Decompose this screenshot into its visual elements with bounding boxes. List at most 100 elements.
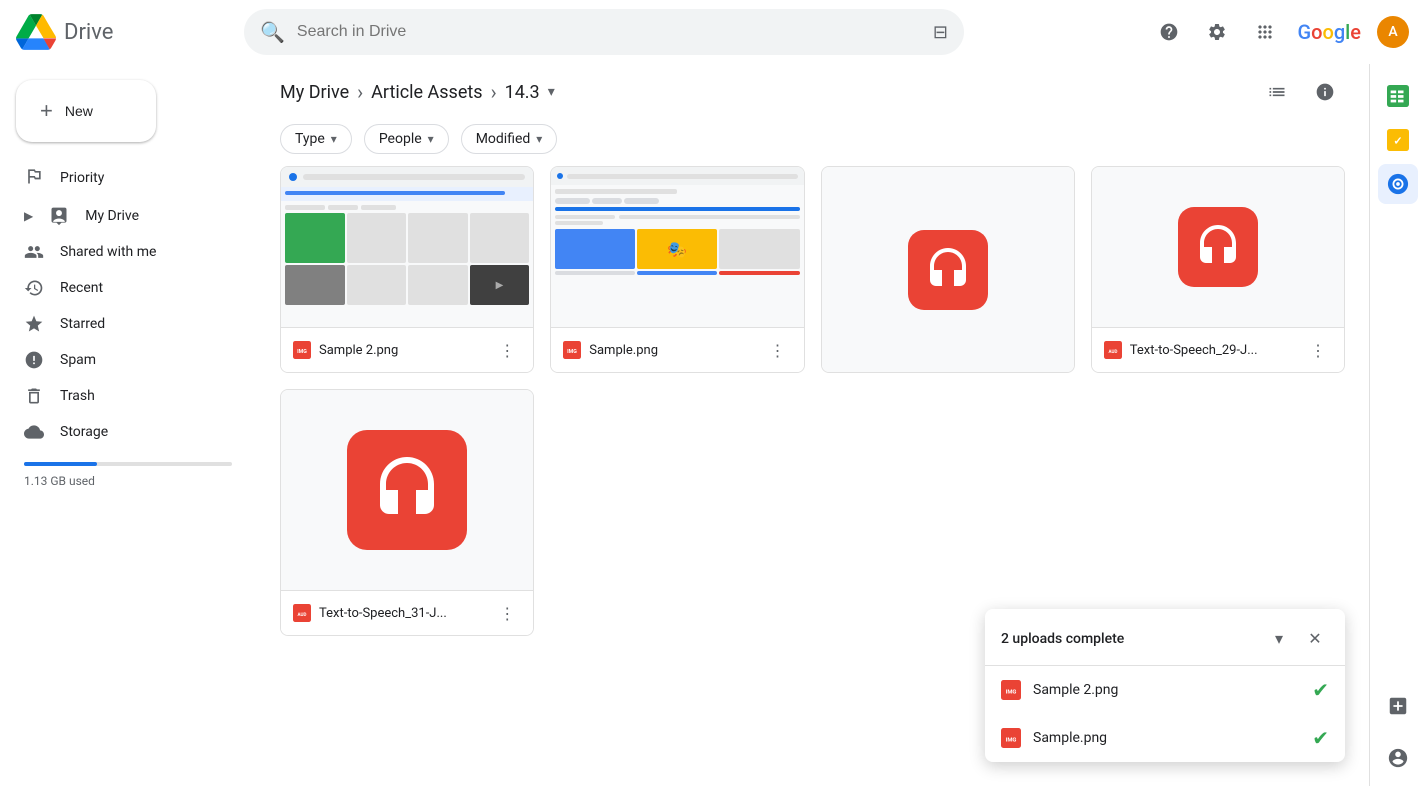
file-card-sample[interactable]: 🎭 IMG (550, 166, 804, 373)
file-type-icon-tts29: AUD (1104, 341, 1122, 359)
content-header: My Drive › Article Assets › 14.3 ▾ (256, 64, 1369, 112)
filter-modified[interactable]: Modified ▾ (461, 124, 558, 154)
file-card-tts31[interactable]: AUD Text-to-Speech_31-J... ⋮ (280, 389, 534, 636)
help-button[interactable] (1149, 12, 1189, 52)
storage-fill (24, 462, 97, 466)
avatar[interactable]: A (1377, 16, 1409, 48)
breadcrumb-caret-icon: ▾ (548, 84, 555, 100)
svg-text:IMG: IMG (1006, 737, 1017, 743)
file-menu-button-tts31[interactable]: ⋮ (493, 599, 521, 627)
right-icon-tasks[interactable]: ✓ (1378, 120, 1418, 160)
svg-text:IMG: IMG (1006, 689, 1017, 695)
tasks-icon: ✓ (1387, 129, 1409, 151)
topbar-actions: Google A (1149, 12, 1409, 52)
file-grid-row-1: ▶ IMG Sample 2.png ⋮ (280, 166, 1345, 373)
sidebar-item-priority[interactable]: Priority (0, 158, 240, 198)
breadcrumb: My Drive › Article Assets › 14.3 ▾ (280, 80, 555, 104)
google-logo-text: Google (1297, 20, 1365, 44)
filter-type[interactable]: Type ▾ (280, 124, 352, 154)
sidebar-item-trash[interactable]: Trash (0, 378, 240, 414)
filter-type-label: Type (295, 131, 325, 147)
filter-icon[interactable]: ⊟ (933, 22, 948, 43)
sidebar-item-starred[interactable]: Starred (0, 306, 240, 342)
upload-item-name-sample2: Sample 2.png (1033, 682, 1300, 698)
sidebar-item-label: Starred (60, 316, 105, 332)
breadcrumb-root[interactable]: My Drive (280, 82, 349, 103)
add-app-icon (1387, 695, 1409, 717)
upload-complete-icon-sample: ✔ (1312, 726, 1329, 750)
sidebar: + New Priority ▶ My Drive Shared with me… (0, 64, 256, 786)
spam-icon (24, 350, 44, 370)
file-name-sample: Sample.png (589, 343, 755, 358)
file-card-footer-sample2: IMG Sample 2.png ⋮ (281, 327, 533, 372)
sidebar-item-recent[interactable]: Recent (0, 270, 240, 306)
upload-item-name-sample: Sample.png (1033, 730, 1300, 746)
file-card-footer-tts29: AUD Text-to-Speech_29-J... ⋮ (1092, 327, 1344, 372)
storage-bar (24, 462, 232, 466)
file-menu-button-sample[interactable]: ⋮ (764, 336, 792, 364)
sidebar-item-my-drive[interactable]: ▶ My Drive (0, 198, 240, 234)
sidebar-item-label: Spam (60, 352, 96, 368)
breadcrumb-folder[interactable]: Article Assets (371, 82, 482, 103)
sidebar-item-label: Storage (60, 424, 108, 440)
file-thumb-tts31 (281, 390, 533, 590)
file-card-tts29[interactable]: AUD Text-to-Speech_29-J... ⋮ (1091, 166, 1345, 373)
storage-icon (24, 422, 44, 442)
priority-icon (24, 166, 44, 190)
file-card-tts23[interactable]: AUD Text-to-Speech_23-J... ⋮ (821, 166, 1075, 373)
sidebar-item-storage[interactable]: Storage (0, 414, 240, 450)
file-name-tts31: Text-to-Speech_31-J... (319, 606, 485, 621)
file-type-icon-tts31: AUD (293, 604, 311, 622)
search-input[interactable] (297, 23, 921, 41)
svg-text:AUD: AUD (1108, 349, 1117, 355)
upload-item-icon-sample2: IMG (1001, 680, 1021, 700)
list-view-button[interactable] (1257, 72, 1297, 112)
right-icon-sheets[interactable] (1378, 76, 1418, 116)
my-drive-icon (49, 206, 69, 226)
file-card-sample2[interactable]: ▶ IMG Sample 2.png ⋮ (280, 166, 534, 373)
contacts-icon (1387, 747, 1409, 769)
new-button[interactable]: + New (16, 80, 156, 142)
info-button[interactable] (1305, 72, 1345, 112)
expand-icon: ▶ (24, 209, 33, 223)
filter-people[interactable]: People ▾ (364, 124, 449, 154)
file-menu-button-tts29[interactable]: ⋮ (1304, 336, 1332, 364)
file-name-tts29: Text-to-Speech_29-J... (1130, 343, 1296, 358)
breadcrumb-current[interactable]: 14.3 ▾ (505, 82, 555, 103)
upload-header-actions: ▾ ✕ (1265, 625, 1329, 653)
right-icon-contacts[interactable] (1378, 738, 1418, 778)
right-icon-add[interactable] (1378, 686, 1418, 726)
headphone-icon-tts31 (371, 454, 443, 526)
search-bar[interactable]: 🔍 ⊟ (244, 9, 964, 55)
file-menu-button-sample2[interactable]: ⋮ (493, 336, 521, 364)
help-icon (1159, 22, 1179, 42)
right-icon-active[interactable] (1378, 164, 1418, 204)
topbar: Drive 🔍 ⊟ Google A (0, 0, 1425, 64)
sidebar-item-shared[interactable]: Shared with me (0, 234, 240, 270)
file-type-icon-sample2: IMG (293, 341, 311, 359)
filter-bar: Type ▾ People ▾ Modified ▾ (256, 112, 1369, 166)
headphone-icon-tts23 (924, 246, 972, 294)
recent-icon (24, 278, 44, 298)
search-icon: 🔍 (260, 20, 285, 44)
active-app-icon (1387, 173, 1409, 195)
file-type-icon-sample: IMG (563, 341, 581, 359)
apps-button[interactable] (1245, 12, 1285, 52)
headphone-icon-tts29 (1194, 223, 1242, 271)
upload-complete-icon-sample2: ✔ (1312, 678, 1329, 702)
file-thumb-tts29 (1092, 167, 1344, 327)
filter-type-caret: ▾ (331, 132, 337, 146)
upload-close-button[interactable]: ✕ (1301, 625, 1329, 653)
file-name-sample2: Sample 2.png (319, 343, 485, 358)
storage-bar-container: 1.13 GB used (24, 462, 232, 489)
breadcrumb-sep-2: › (491, 80, 497, 104)
upload-collapse-button[interactable]: ▾ (1265, 625, 1293, 653)
sidebar-item-spam[interactable]: Spam (0, 342, 240, 378)
svg-text:AUD: AUD (298, 612, 307, 618)
sidebar-item-label: Trash (60, 388, 95, 404)
storage-text: 1.13 GB used (24, 474, 95, 488)
shared-icon (24, 242, 44, 262)
settings-button[interactable] (1197, 12, 1237, 52)
svg-text:IMG: IMG (567, 349, 577, 355)
upload-item-icon-sample: IMG (1001, 728, 1021, 748)
